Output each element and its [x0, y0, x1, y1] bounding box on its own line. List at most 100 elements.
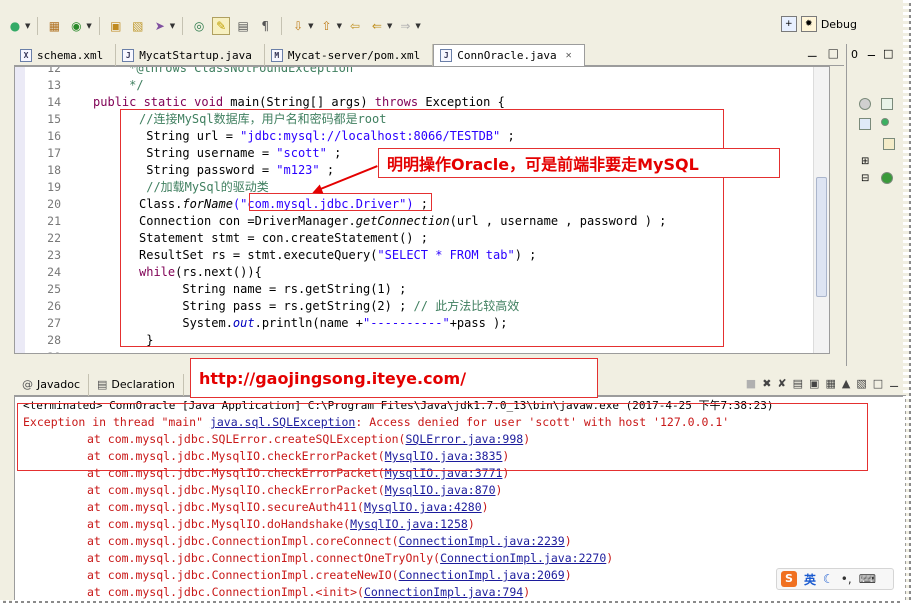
chevron-down-icon[interactable]: ▼: [337, 22, 342, 30]
back-icon[interactable]: ⇐: [368, 17, 386, 35]
scrollbar-thumb[interactable]: [816, 177, 827, 297]
maximize-icon[interactable]: □: [828, 46, 839, 60]
close-icon[interactable]: ✕: [566, 50, 572, 61]
debug-icon[interactable]: ●: [6, 17, 24, 35]
stack-frame: at com.mysql.jdbc.MysqlIO.checkErrorPack…: [87, 482, 502, 499]
pin-icon[interactable]: [859, 118, 871, 130]
frame-end: ): [495, 483, 503, 497]
new-class-icon[interactable]: ◉: [67, 17, 85, 35]
maximize-icon[interactable]: □: [883, 47, 893, 60]
source-link[interactable]: MysqlIO.java:870: [385, 483, 496, 497]
perspective-label: Debug: [820, 17, 857, 31]
code-line-12: *@throws ClassNotFoundException: [93, 66, 354, 75]
code-token: Exception {: [425, 95, 505, 109]
frame-method: at com.mysql.jdbc.MysqlIO.checkErrorPack…: [87, 483, 385, 497]
chevron-down-icon[interactable]: ▼: [170, 22, 175, 30]
ime-toolbar[interactable]: S 英 ☾ •, ⌨: [776, 568, 894, 590]
minimize-icon[interactable]: ⚊: [867, 48, 876, 59]
word-wrap-icon[interactable]: ▦: [825, 377, 835, 390]
display-console-icon[interactable]: ▧: [856, 377, 866, 390]
line-number: 24: [47, 265, 61, 279]
tab-connoracle-java[interactable]: J ConnOracle.java ✕: [433, 44, 585, 66]
code-line-13: */: [93, 78, 144, 92]
pin-console-icon[interactable]: ▲: [842, 377, 850, 390]
new-package-icon[interactable]: ▦: [45, 17, 63, 35]
toggle-breakpoint-icon[interactable]: ◎: [190, 17, 208, 35]
open-type-icon[interactable]: ▣: [107, 17, 125, 35]
clear-console-icon[interactable]: ▤: [793, 377, 803, 390]
tab-label: schema.xml: [37, 48, 104, 62]
main-toolbar: ● ▼ ▦ ◉ ▼ ▣ ▧ ➤ ▼ ◎ ✎ ▤ ¶ ⇩ ▼ ⇧ ▼ ⇦ ⇐ ▼ ⇒ ▼: [0, 12, 909, 40]
frame-method: at com.mysql.jdbc.MysqlIO.doHandshake(: [87, 517, 351, 531]
at-icon: @: [22, 378, 33, 391]
perspective-switcher[interactable]: + ✹ Debug: [780, 16, 857, 32]
source-link[interactable]: ConnectionImpl.java:794: [364, 585, 523, 599]
chevron-down-icon[interactable]: ▼: [308, 22, 313, 30]
outline-view-icon[interactable]: [881, 98, 893, 110]
open-perspective-icon[interactable]: +: [780, 16, 797, 32]
exception-highlight-box: [17, 403, 868, 471]
line-number: 22: [47, 231, 61, 245]
class-icon: [881, 172, 893, 184]
torn-edge-bottom: [0, 600, 921, 615]
editor-vertical-scrollbar[interactable]: [813, 67, 829, 353]
gear-icon[interactable]: [859, 98, 871, 110]
chevron-down-icon[interactable]: ▼: [387, 22, 392, 30]
punctuation-icon[interactable]: •,: [841, 572, 852, 586]
tab-pom-xml[interactable]: M Mycat-server/pom.xml: [265, 44, 434, 66]
line-number: 21: [47, 214, 61, 228]
chevron-down-icon[interactable]: ▼: [25, 22, 30, 30]
tree-expand-icon[interactable]: ⊞: [861, 156, 869, 167]
moon-icon[interactable]: ☾: [823, 572, 834, 586]
code-token: main(String[] args): [230, 95, 375, 109]
source-link[interactable]: ConnectionImpl.java:2069: [399, 568, 565, 582]
minimize-icon[interactable]: ⚊: [889, 377, 899, 390]
line-number: 26: [47, 299, 61, 313]
terminate-icon[interactable]: ■: [746, 377, 756, 390]
annotation-callout: 明明操作Oracle，可是前端非要走MySQL: [378, 148, 780, 178]
source-link[interactable]: MysqlIO.java:4280: [364, 500, 482, 514]
stack-frame: at com.mysql.jdbc.ConnectionImpl.connect…: [87, 550, 613, 567]
java-file-icon: J: [440, 49, 453, 62]
source-link[interactable]: MysqlIO.java:1258: [350, 517, 468, 531]
stack-frame: at com.mysql.jdbc.ConnectionImpl.createN…: [87, 567, 572, 584]
minimize-icon[interactable]: ⚊: [807, 46, 818, 60]
next-annotation-icon[interactable]: ⇩: [289, 17, 307, 35]
forward-icon[interactable]: ⇒: [396, 17, 414, 35]
highlight-icon[interactable]: ✎: [212, 17, 231, 35]
tab-declaration[interactable]: ▤ Declaration: [89, 373, 184, 396]
tab-mycatstartup-java[interactable]: J MycatStartup.java: [116, 44, 265, 66]
tab-schema-xml[interactable]: X schema.xml: [14, 44, 117, 66]
editor-window-controls: ⚊ □: [807, 46, 839, 60]
console-toolbar: ■ ✖ ✘ ▤ ▣ ▦ ▲ ▧ □ ⚊: [746, 377, 899, 390]
previous-annotation-icon[interactable]: ⇧: [318, 17, 336, 35]
open-folder-icon[interactable]: ▧: [129, 17, 147, 35]
source-link[interactable]: ConnectionImpl.java:2270: [440, 551, 606, 565]
ime-mode[interactable]: 英: [804, 571, 816, 588]
run-tool-icon[interactable]: ➤: [151, 17, 169, 35]
remove-launch-icon[interactable]: ✖: [762, 377, 771, 390]
chevron-down-icon[interactable]: ▼: [86, 22, 91, 30]
frame-end: ): [467, 517, 475, 531]
frame-end: ): [606, 551, 614, 565]
remove-all-icon[interactable]: ✘: [777, 377, 786, 390]
tree-collapse-icon[interactable]: ⊟: [861, 173, 869, 184]
block-selection-icon[interactable]: ▤: [234, 17, 252, 35]
scroll-lock-icon[interactable]: ▣: [809, 377, 819, 390]
chevron-down-icon[interactable]: ▼: [415, 22, 420, 30]
java-file-icon: J: [122, 48, 135, 62]
stack-frame: at com.mysql.jdbc.MysqlIO.secureAuth411(…: [87, 499, 489, 516]
last-edit-icon[interactable]: ⇦: [346, 17, 364, 35]
frame-method: at com.mysql.jdbc.ConnectionImpl.<init>(: [87, 585, 364, 599]
frame-end: ): [564, 534, 572, 548]
tab-javadoc[interactable]: @ Javadoc: [14, 373, 89, 396]
keyboard-icon[interactable]: ⌨: [859, 572, 876, 586]
tab-label: ConnOracle.java: [457, 49, 557, 62]
line-number: 28: [47, 333, 61, 347]
frame-end: ): [564, 568, 572, 582]
whitespace-icon[interactable]: ¶: [256, 17, 274, 35]
status-dot-icon: [881, 118, 889, 126]
side-panel-tab[interactable]: 0: [851, 48, 858, 61]
open-console-icon[interactable]: □: [873, 377, 883, 390]
source-link[interactable]: ConnectionImpl.java:2239: [399, 534, 565, 548]
